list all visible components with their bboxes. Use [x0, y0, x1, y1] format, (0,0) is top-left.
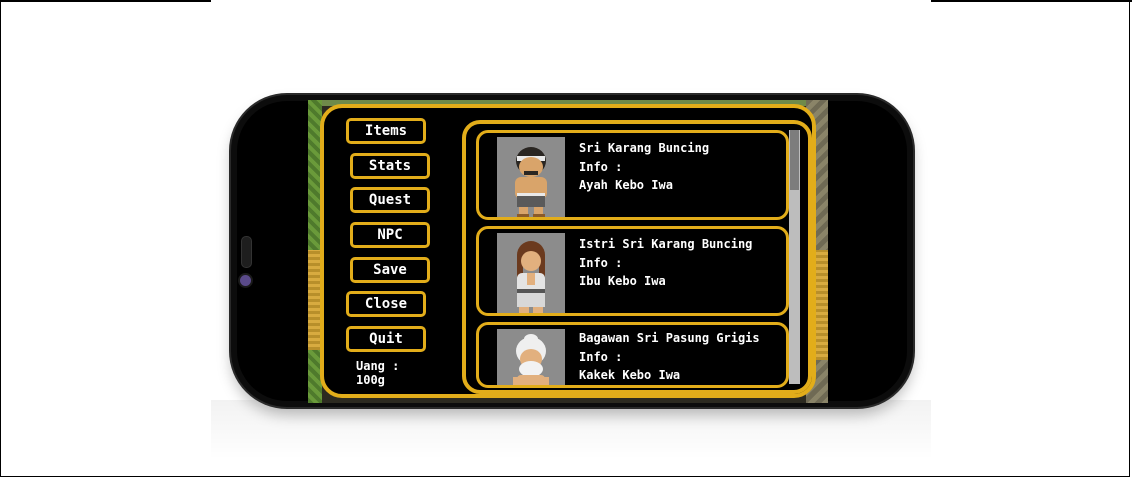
money-label: Uang :	[356, 359, 400, 373]
mother-portrait-icon	[497, 233, 565, 313]
npc-info-label: Info :	[579, 256, 623, 270]
quest-button[interactable]: Quest	[350, 187, 430, 213]
npc-button[interactable]: NPC	[350, 222, 430, 248]
npc-list-panel: Sri Karang Buncing Info : Ayah Kebo Iwa	[462, 120, 812, 394]
father-portrait-icon	[497, 137, 565, 217]
npc-name: Sri Karang Buncing	[579, 141, 710, 155]
elder-portrait-icon	[497, 329, 565, 385]
close-button[interactable]: Close	[346, 291, 426, 317]
npc-list-scrollbar[interactable]	[789, 130, 800, 384]
npc-card[interactable]: Bagawan Sri Pasung Grigis Info : Kakek K…	[476, 322, 789, 388]
npc-name: Bagawan Sri Pasung Grigis	[579, 331, 760, 345]
scrollbar-thumb[interactable]	[790, 130, 799, 190]
npc-info-label: Info :	[579, 350, 623, 364]
npc-info: Kakek Kebo Iwa	[579, 368, 681, 382]
npc-name: Istri Sri Karang Buncing	[579, 237, 753, 251]
items-button[interactable]: Items	[346, 118, 426, 144]
phone-shadow	[211, 400, 931, 460]
npc-info: Ibu Kebo Iwa	[579, 274, 666, 288]
stats-button[interactable]: Stats	[350, 153, 430, 179]
quit-button[interactable]: Quit	[346, 326, 426, 352]
npc-card[interactable]: Istri Sri Karang Buncing Info : Ibu Kebo…	[476, 226, 789, 316]
camera-icon	[240, 275, 251, 286]
money-value: 100g	[356, 373, 385, 387]
game-screen: Items Stats Quest NPC Save Close Quit Ua…	[308, 100, 828, 403]
npc-info-label: Info :	[579, 160, 623, 174]
npc-info: Ayah Kebo Iwa	[579, 178, 673, 192]
save-button[interactable]: Save	[350, 257, 430, 283]
phone-speaker	[241, 236, 252, 268]
pause-menu-panel: Items Stats Quest NPC Save Close Quit Ua…	[320, 104, 816, 398]
npc-card[interactable]: Sri Karang Buncing Info : Ayah Kebo Iwa	[476, 130, 789, 220]
